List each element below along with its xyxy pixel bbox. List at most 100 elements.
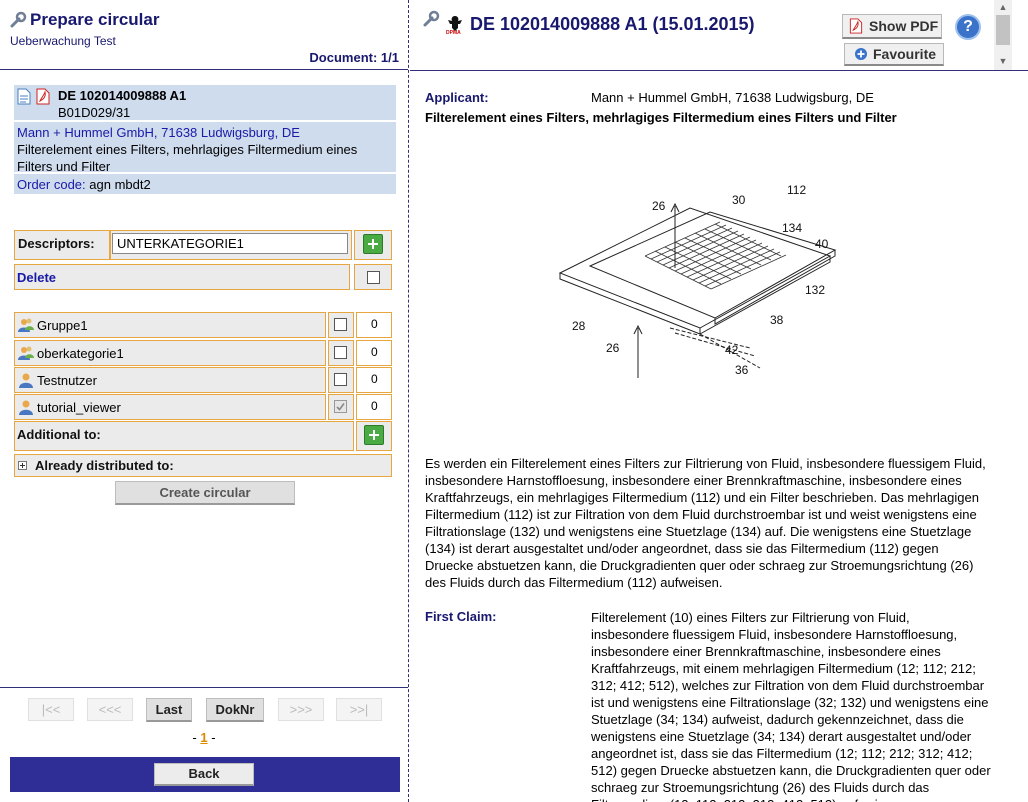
page-suffix: - bbox=[207, 730, 216, 745]
applicant-value: Mann + Hummel GmbH, 71638 Ludwigsburg, D… bbox=[591, 90, 874, 105]
drawing-label: 36 bbox=[735, 363, 749, 377]
scroll-down-arrow-icon[interactable]: ▼ bbox=[994, 54, 1012, 68]
first-claim-text: Filterelement (10) eines Filters zur Fil… bbox=[591, 610, 991, 802]
abstract-text: Es werden ein Filterelement eines Filter… bbox=[425, 456, 986, 590]
create-circular-button[interactable]: Create circular bbox=[115, 481, 295, 505]
delete-checkbox-cell bbox=[354, 264, 392, 290]
doknr-button[interactable]: DokNr bbox=[206, 698, 264, 722]
document-icon[interactable] bbox=[17, 88, 31, 105]
group-icon bbox=[18, 318, 34, 332]
recipient-checkbox-checked[interactable] bbox=[334, 400, 347, 413]
delete-label-cell: Delete bbox=[14, 264, 350, 290]
applicant-link[interactable]: Mann + Hummel GmbH, 71638 Ludwigsburg, D… bbox=[17, 125, 300, 140]
recipient-count: 0 bbox=[371, 372, 378, 386]
patent-drawing: 26 30 112 134 40 132 28 38 26 42 36 bbox=[558, 183, 837, 378]
descriptors-label: Descriptors: bbox=[18, 236, 95, 251]
user-icon bbox=[19, 373, 33, 388]
circular-panel: Prepare circular Ueberwachung Test Docum… bbox=[0, 0, 408, 802]
recipient-row: tutorial_viewer bbox=[14, 394, 326, 420]
document-title: Filterelement eines Filters, mehrlagiges… bbox=[425, 110, 897, 125]
document-detail-panel: DPMA DE 102014009888 A1 (15.01.2015) Sho… bbox=[410, 0, 1028, 802]
first-page-button[interactable]: |<< bbox=[28, 698, 74, 721]
document-card-info: Mann + Hummel GmbH, 71638 Ludwigsburg, D… bbox=[14, 122, 396, 174]
recipient-name: Gruppe1 bbox=[37, 318, 88, 333]
add-circle-icon bbox=[855, 48, 867, 60]
recipient-checkbox[interactable] bbox=[334, 373, 347, 386]
recipient-count: 0 bbox=[371, 399, 378, 413]
recipient-checkbox[interactable] bbox=[334, 318, 347, 331]
show-pdf-label: Show PDF bbox=[869, 18, 939, 34]
detail-divider bbox=[410, 70, 1028, 71]
drawing-label: 26 bbox=[606, 341, 620, 355]
distributed-label: Already distributed to: bbox=[35, 458, 174, 473]
favourite-button[interactable]: Favourite bbox=[844, 43, 944, 66]
drawing-label: 42 bbox=[725, 343, 739, 357]
distributed-row[interactable]: Already distributed to: bbox=[14, 454, 392, 477]
descriptors-label-cell: Descriptors: bbox=[14, 230, 110, 260]
recipient-count: 0 bbox=[371, 317, 378, 331]
circular-header: Prepare circular Ueberwachung Test Docum… bbox=[0, 0, 408, 70]
previous-page-button[interactable]: <<< bbox=[87, 698, 133, 721]
help-button[interactable]: ? bbox=[955, 14, 981, 40]
checkmark-icon bbox=[336, 403, 345, 411]
add-additional-button[interactable] bbox=[364, 425, 384, 445]
delete-checkbox[interactable] bbox=[367, 271, 380, 284]
next-page-button[interactable]: >>> bbox=[278, 698, 324, 721]
document-card-header: DE 102014009888 A1 B01D029/31 bbox=[14, 85, 396, 122]
add-descriptor-button[interactable] bbox=[363, 234, 383, 254]
pdf-icon[interactable] bbox=[36, 88, 50, 105]
delete-label: Delete bbox=[17, 270, 57, 285]
page-title: Prepare circular bbox=[30, 10, 160, 29]
drawing-label: 26 bbox=[652, 199, 666, 213]
wrench-icon bbox=[10, 11, 27, 28]
user-icon bbox=[19, 400, 33, 415]
back-button[interactable]: Back bbox=[154, 763, 254, 786]
pdf-icon bbox=[849, 18, 863, 34]
applicant-label: Applicant: bbox=[425, 90, 489, 105]
recipient-row: Testnutzer bbox=[14, 367, 326, 393]
classification: B01D029/31 bbox=[58, 105, 131, 120]
recipient-check-cell bbox=[328, 367, 354, 393]
back-bar: Back bbox=[10, 757, 400, 792]
recipient-check-cell bbox=[328, 312, 354, 338]
recipient-check-cell bbox=[328, 394, 354, 420]
recipient-name: tutorial_viewer bbox=[37, 400, 121, 415]
recipient-row: Gruppe1 bbox=[14, 312, 326, 338]
drawing-label: 132 bbox=[805, 283, 825, 297]
drawing-label: 112 bbox=[787, 183, 806, 197]
document-counter: Document: 1/1 bbox=[309, 50, 399, 65]
descriptors-input[interactable]: UNTERKATEGORIE1 bbox=[112, 233, 348, 254]
order-code-value: agn mbdt2 bbox=[89, 177, 151, 192]
page-indicator: - 1 - bbox=[0, 730, 408, 745]
header-scrollbar[interactable]: ▲ ▼ bbox=[994, 0, 1012, 70]
pane-divider bbox=[408, 0, 409, 802]
drawing-label: 134 bbox=[782, 221, 802, 235]
show-pdf-button[interactable]: Show PDF bbox=[842, 14, 942, 39]
drawing-label: 38 bbox=[770, 313, 784, 327]
drawing-label: 40 bbox=[815, 237, 829, 251]
document-header-title: DE 102014009888 A1 (15.01.2015) bbox=[470, 14, 755, 34]
wrench-icon[interactable] bbox=[422, 10, 440, 28]
recipient-count-cell: 0 bbox=[356, 367, 392, 393]
end-page-button[interactable]: >>| bbox=[336, 698, 382, 721]
recipient-name: Testnutzer bbox=[37, 373, 97, 388]
descriptors-add-cell bbox=[354, 230, 392, 260]
scroll-thumb[interactable] bbox=[996, 15, 1010, 45]
recipient-count-cell: 0 bbox=[356, 312, 392, 338]
current-page-link[interactable]: 1 bbox=[200, 730, 207, 745]
recipient-row: oberkategorie1 bbox=[14, 340, 326, 366]
first-claim-label: First Claim: bbox=[425, 609, 497, 624]
drawing-label: 30 bbox=[732, 193, 746, 207]
recipient-count-cell: 0 bbox=[356, 394, 392, 420]
expand-icon[interactable] bbox=[18, 461, 27, 470]
recipient-checkbox[interactable] bbox=[334, 346, 347, 359]
document-number: DE 102014009888 A1 bbox=[58, 88, 187, 103]
recipient-count-cell: 0 bbox=[356, 340, 392, 366]
document-card: DE 102014009888 A1 B01D029/31 Mann + Hum… bbox=[14, 85, 396, 196]
order-code-row: Order code: agn mbdt2 bbox=[14, 174, 396, 196]
pager-divider bbox=[0, 687, 408, 688]
dpma-label: DPMA bbox=[446, 30, 461, 36]
scroll-up-arrow-icon[interactable]: ▲ bbox=[994, 0, 1012, 14]
recipient-name: oberkategorie1 bbox=[37, 346, 124, 361]
last-button[interactable]: Last bbox=[146, 698, 192, 722]
